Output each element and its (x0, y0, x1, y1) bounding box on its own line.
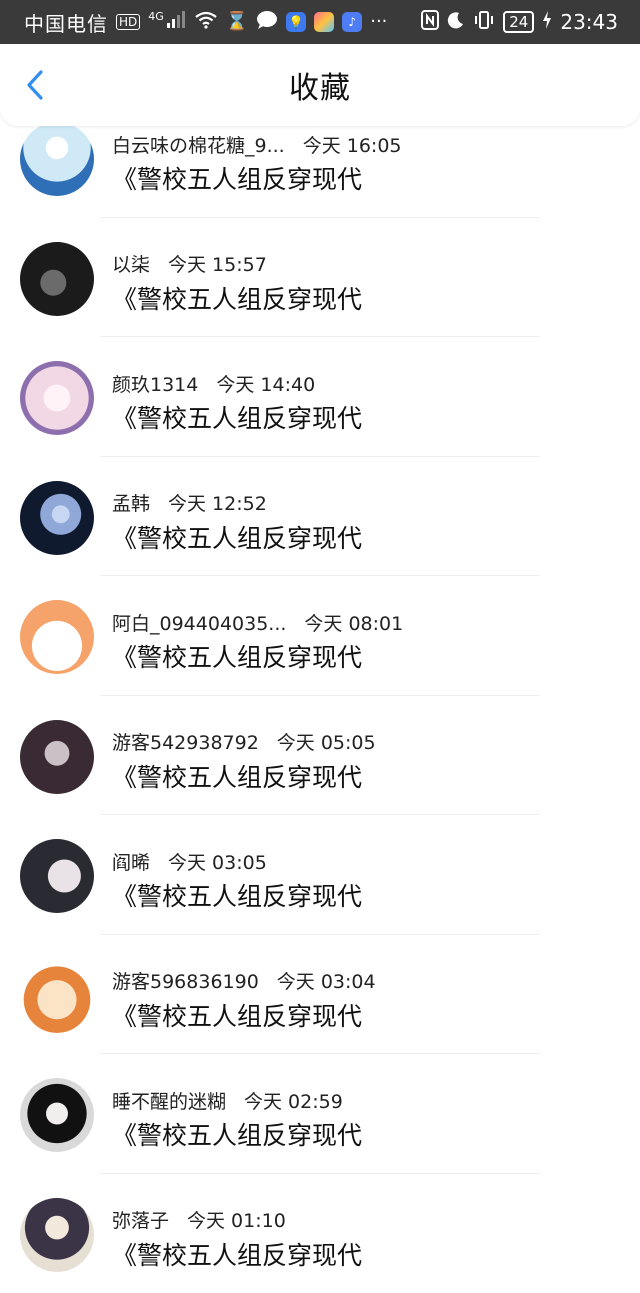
item-meta: 阿白_094404035... 今天 08:01 (112, 610, 403, 634)
avatar (20, 600, 94, 674)
list-item[interactable]: 游客542938792 今天 05:05 《警校五人组反穿现代 (0, 696, 640, 816)
list-item[interactable]: 阿白_094404035... 今天 08:01 《警校五人组反穿现代 (0, 576, 640, 696)
avatar (20, 1198, 94, 1272)
status-left: 中国电信 HD 4G ⌛ 💡 ♪ ··· (24, 8, 387, 37)
signal-icon (166, 11, 186, 33)
user-name: 睡不醒的迷糊 (112, 1087, 226, 1114)
item-meta: 颜玖1314 今天 14:40 (112, 371, 315, 395)
avatar (20, 720, 94, 794)
timestamp: 今天 08:01 (304, 609, 403, 636)
user-name: 白云味の棉花糖_9... (112, 131, 285, 158)
hourglass-icon: ⌛ (226, 13, 248, 31)
timestamp: 今天 03:05 (168, 848, 267, 875)
item-meta: 阎晞 今天 03:05 (112, 849, 267, 873)
carrier-label: 中国电信 (24, 8, 108, 37)
item-meta: 弥落子 今天 01:10 (112, 1208, 286, 1232)
favorites-list: 白云味の棉花糖_9... 今天 16:05 《警校五人组反穿现代 以柒 今天 1… (0, 98, 640, 1293)
avatar (20, 122, 94, 196)
page-title: 收藏 (0, 44, 640, 126)
charging-icon (542, 11, 552, 33)
book-title: 《警校五人组反穿现代 (112, 758, 362, 794)
status-bar: 中国电信 HD 4G ⌛ 💡 ♪ ··· 24 23:43 (0, 0, 640, 44)
user-name: 游客596836190 (112, 967, 259, 994)
user-name: 孟韩 (112, 489, 150, 516)
book-title: 《警校五人组反穿现代 (112, 519, 362, 555)
timestamp: 今天 15:57 (168, 250, 267, 277)
nfc-icon (421, 10, 439, 34)
wifi-icon (194, 11, 218, 33)
timestamp: 今天 03:04 (277, 967, 376, 994)
timestamp: 今天 16:05 (303, 131, 402, 158)
item-meta: 孟韩 今天 12:52 (112, 491, 267, 515)
user-name: 阿白_094404035... (112, 609, 286, 636)
item-meta: 游客596836190 今天 03:04 (112, 969, 376, 993)
timestamp: 今天 05:05 (277, 728, 376, 755)
avatar (20, 242, 94, 316)
timestamp: 今天 14:40 (216, 370, 315, 397)
network-label: 4G (148, 10, 164, 23)
avatar (20, 1078, 94, 1152)
more-icon: ··· (370, 13, 387, 31)
list-item[interactable]: 以柒 今天 15:57 《警校五人组反穿现代 (0, 218, 640, 338)
book-title: 《警校五人组反穿现代 (112, 1236, 362, 1272)
list-item[interactable]: 孟韩 今天 12:52 《警校五人组反穿现代 (0, 457, 640, 577)
avatar (20, 481, 94, 555)
clock: 23:43 (560, 10, 618, 34)
list-item[interactable]: 阎晞 今天 03:05 《警校五人组反穿现代 (0, 815, 640, 935)
list-item[interactable]: 弥落子 今天 01:10 《警校五人组反穿现代 (0, 1174, 640, 1293)
hd-badge: HD (116, 14, 140, 30)
timestamp: 今天 02:59 (244, 1087, 343, 1114)
user-name: 弥落子 (112, 1206, 169, 1233)
book-title: 《警校五人组反穿现代 (112, 160, 362, 196)
book-title: 《警校五人组反穿现代 (112, 1116, 362, 1152)
book-title: 《警校五人组反穿现代 (112, 280, 362, 316)
music-app-icon: ♪ (342, 12, 362, 32)
book-title: 《警校五人组反穿现代 (112, 399, 362, 435)
moon-icon (447, 11, 465, 33)
book-title: 《警校五人组反穿现代 (112, 997, 362, 1033)
app-header: 收藏 (0, 44, 640, 126)
status-right: 24 23:43 (421, 10, 618, 34)
avatar (20, 839, 94, 913)
avatar (20, 959, 94, 1033)
item-meta: 游客542938792 今天 05:05 (112, 730, 376, 754)
book-title: 《警校五人组反穿现代 (112, 638, 362, 674)
timestamp: 今天 12:52 (168, 489, 267, 516)
list-item[interactable]: 睡不醒的迷糊 今天 02:59 《警校五人组反穿现代 (0, 1054, 640, 1174)
timestamp: 今天 01:10 (187, 1206, 286, 1233)
user-name: 以柒 (112, 250, 150, 277)
item-meta: 以柒 今天 15:57 (112, 252, 267, 276)
item-meta: 白云味の棉花糖_9... 今天 16:05 (112, 132, 402, 156)
user-name: 游客542938792 (112, 728, 259, 755)
vibrate-icon (473, 11, 495, 33)
user-name: 阎晞 (112, 848, 150, 875)
item-meta: 睡不醒的迷糊 今天 02:59 (112, 1088, 343, 1112)
message-icon (256, 10, 278, 34)
battery-level: 24 (503, 11, 534, 33)
list-item[interactable]: 颜玖1314 今天 14:40 《警校五人组反穿现代 (0, 337, 640, 457)
lightbulb-app-icon: 💡 (286, 12, 306, 32)
user-name: 颜玖1314 (112, 370, 198, 397)
avatar (20, 361, 94, 435)
gallery-app-icon (314, 12, 334, 32)
list-item[interactable]: 游客596836190 今天 03:04 《警校五人组反穿现代 (0, 935, 640, 1055)
book-title: 《警校五人组反穿现代 (112, 877, 362, 913)
